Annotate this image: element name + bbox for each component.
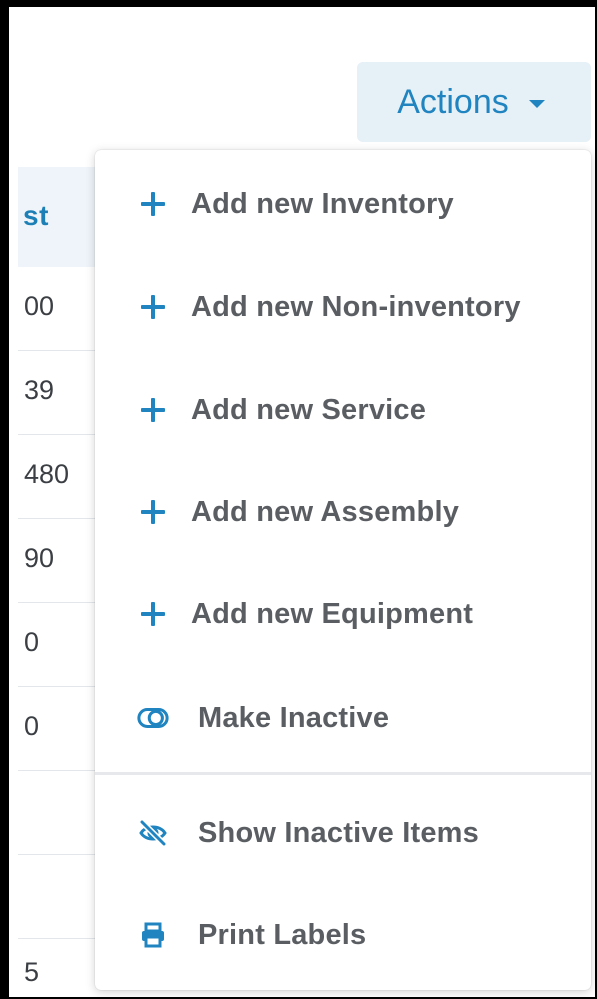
menu-item-print-labels[interactable]: Print Labels: [95, 900, 591, 970]
eye-slash-icon: [137, 817, 169, 849]
plus-icon: [137, 598, 169, 630]
menu-divider: [95, 772, 591, 775]
table-cell: 00: [24, 291, 55, 321]
menu-item-label: Print Labels: [198, 918, 367, 951]
actions-button[interactable]: Actions: [357, 62, 591, 142]
window-frame: st 00 39 480 90 0 0 5 Actions Add new In…: [0, 0, 597, 999]
menu-item-label: Show Inactive Items: [198, 816, 479, 849]
plus-icon: [137, 496, 169, 528]
menu-item-label: Add new Inventory: [191, 187, 454, 220]
menu-item-label: Add new Non-inventory: [191, 290, 521, 323]
table-cell: 0: [24, 711, 40, 741]
table-cell: 480: [24, 459, 70, 489]
actions-button-label: Actions: [397, 82, 509, 121]
plus-icon: [137, 291, 169, 323]
plus-icon: [137, 188, 169, 220]
table-cell: 90: [24, 543, 55, 573]
caret-down-icon: [528, 100, 545, 108]
table-cell: 0: [24, 627, 40, 657]
menu-item-label: Add new Equipment: [191, 597, 474, 630]
menu-item-make-inactive[interactable]: Make Inactive: [95, 683, 591, 753]
table-header-cost[interactable]: st: [23, 200, 49, 232]
toggle-icon: [137, 702, 169, 734]
menu-item-add-new-service[interactable]: Add new Service: [95, 375, 591, 445]
menu-item-add-new-assembly[interactable]: Add new Assembly: [95, 477, 591, 547]
menu-item-add-new-equipment[interactable]: Add new Equipment: [95, 579, 591, 649]
menu-item-label: Add new Assembly: [191, 495, 460, 528]
menu-item-add-new-non-inventory[interactable]: Add new Non-inventory: [95, 272, 591, 342]
table-cell: 39: [24, 375, 55, 405]
actions-dropdown-menu: Add new Inventory Add new Non-inventory …: [95, 150, 591, 990]
table-cell: 5: [24, 957, 40, 987]
menu-item-add-new-inventory[interactable]: Add new Inventory: [95, 169, 591, 239]
menu-item-show-inactive-items[interactable]: Show Inactive Items: [95, 798, 591, 868]
printer-icon: [137, 919, 169, 951]
menu-item-label: Add new Service: [191, 393, 427, 426]
plus-icon: [137, 394, 169, 426]
menu-item-label: Make Inactive: [198, 701, 390, 734]
